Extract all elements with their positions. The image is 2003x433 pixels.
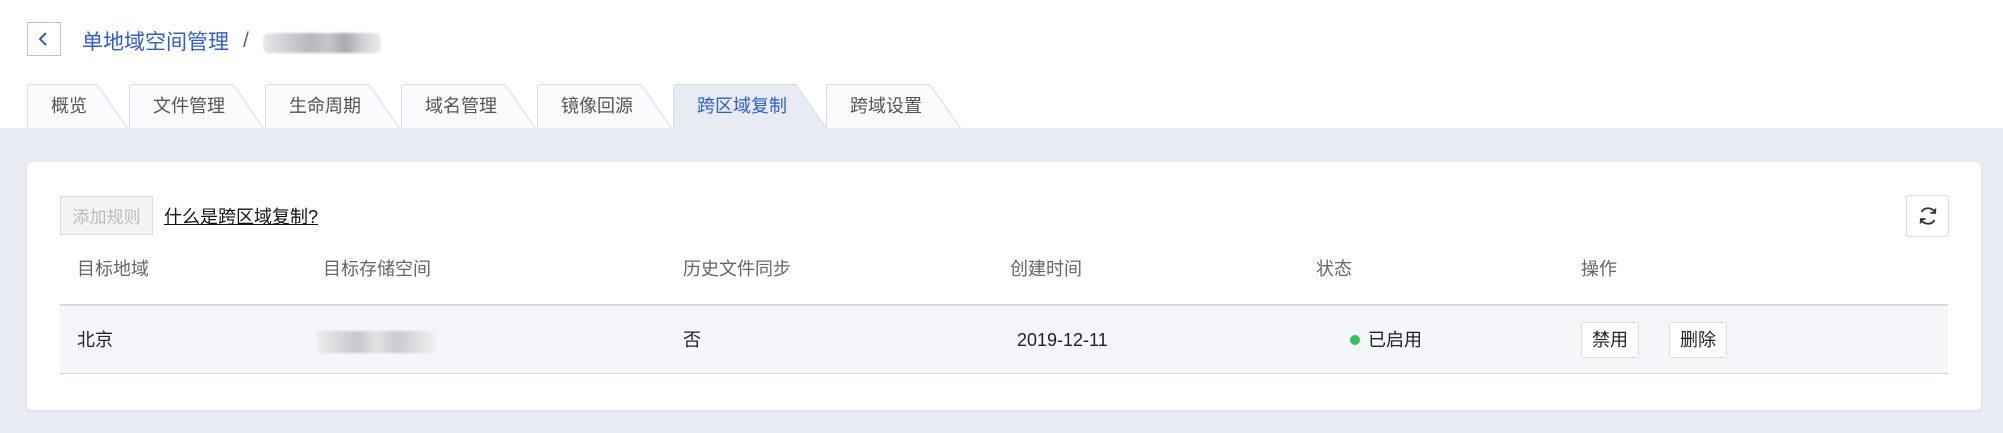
tab-file-management[interactable]: 文件管理 — [129, 84, 265, 129]
cell-target-region: 北京 — [77, 330, 113, 350]
tab-label: 域名管理 — [425, 96, 497, 116]
tab-label: 文件管理 — [153, 96, 225, 116]
page-header: 单地域空间管理 / 概览 文件管理 生命周期 域名管理 镜像回源 跨区域复制 跨… — [0, 0, 2003, 129]
back-button[interactable] — [27, 22, 61, 56]
cell-history-sync: 否 — [683, 330, 701, 350]
table-header: 目标地域 目标存储空间 历史文件同步 创建时间 状态 操作 — [60, 240, 1948, 306]
cell-created-time: 2019-12-11 — [1017, 330, 1108, 350]
refresh-button[interactable] — [1906, 195, 1949, 237]
replication-panel: 添加规则 什么是跨区域复制? 目标地域 目标存储空间 历史文件同步 创建时间 状… — [27, 162, 1981, 410]
disable-button[interactable]: 禁用 — [1581, 322, 1639, 358]
column-header-history-sync: 历史文件同步 — [683, 259, 791, 279]
table-row: 北京 否 2019-12-11 已启用 禁用 删除 — [60, 306, 1948, 374]
cell-target-bucket-redacted — [317, 331, 435, 353]
tab-cross-region-replication[interactable]: 跨区域复制 — [673, 84, 828, 129]
column-header-target-bucket: 目标存储空间 — [323, 259, 431, 279]
tab-overview[interactable]: 概览 — [27, 84, 129, 129]
add-rule-button[interactable]: 添加规则 — [60, 196, 153, 235]
breadcrumb-title-link[interactable]: 单地域空间管理 — [82, 26, 229, 56]
status-dot-icon — [1350, 335, 1360, 345]
tab-label: 生命周期 — [289, 96, 361, 116]
what-is-replication-link[interactable]: 什么是跨区域复制? — [164, 203, 318, 229]
breadcrumb: 单地域空间管理 / — [82, 26, 381, 56]
tab-label: 跨区域复制 — [697, 96, 787, 116]
refresh-icon — [1919, 207, 1936, 225]
chevron-left-icon — [38, 32, 47, 46]
status-badge: 已启用 — [1350, 306, 1422, 374]
column-header-status: 状态 — [1316, 259, 1352, 279]
tab-label: 概览 — [51, 96, 87, 116]
tab-lifecycle[interactable]: 生命周期 — [265, 84, 401, 129]
breadcrumb-separator: / — [243, 29, 249, 52]
tab-domain-management[interactable]: 域名管理 — [401, 84, 537, 129]
tab-label: 跨域设置 — [850, 96, 922, 116]
tab-label: 镜像回源 — [561, 96, 633, 116]
tab-cors-settings[interactable]: 跨域设置 — [826, 84, 962, 129]
status-label: 已启用 — [1368, 330, 1422, 350]
tab-mirror-origin[interactable]: 镜像回源 — [537, 84, 673, 129]
bucket-name-redacted — [262, 33, 381, 53]
column-header-target-region: 目标地域 — [77, 259, 149, 279]
column-header-created-time: 创建时间 — [1010, 259, 1082, 279]
replication-rules-table: 目标地域 目标存储空间 历史文件同步 创建时间 状态 操作 北京 否 2019-… — [60, 240, 1948, 374]
delete-button[interactable]: 删除 — [1669, 322, 1727, 358]
column-header-actions: 操作 — [1581, 259, 1617, 279]
